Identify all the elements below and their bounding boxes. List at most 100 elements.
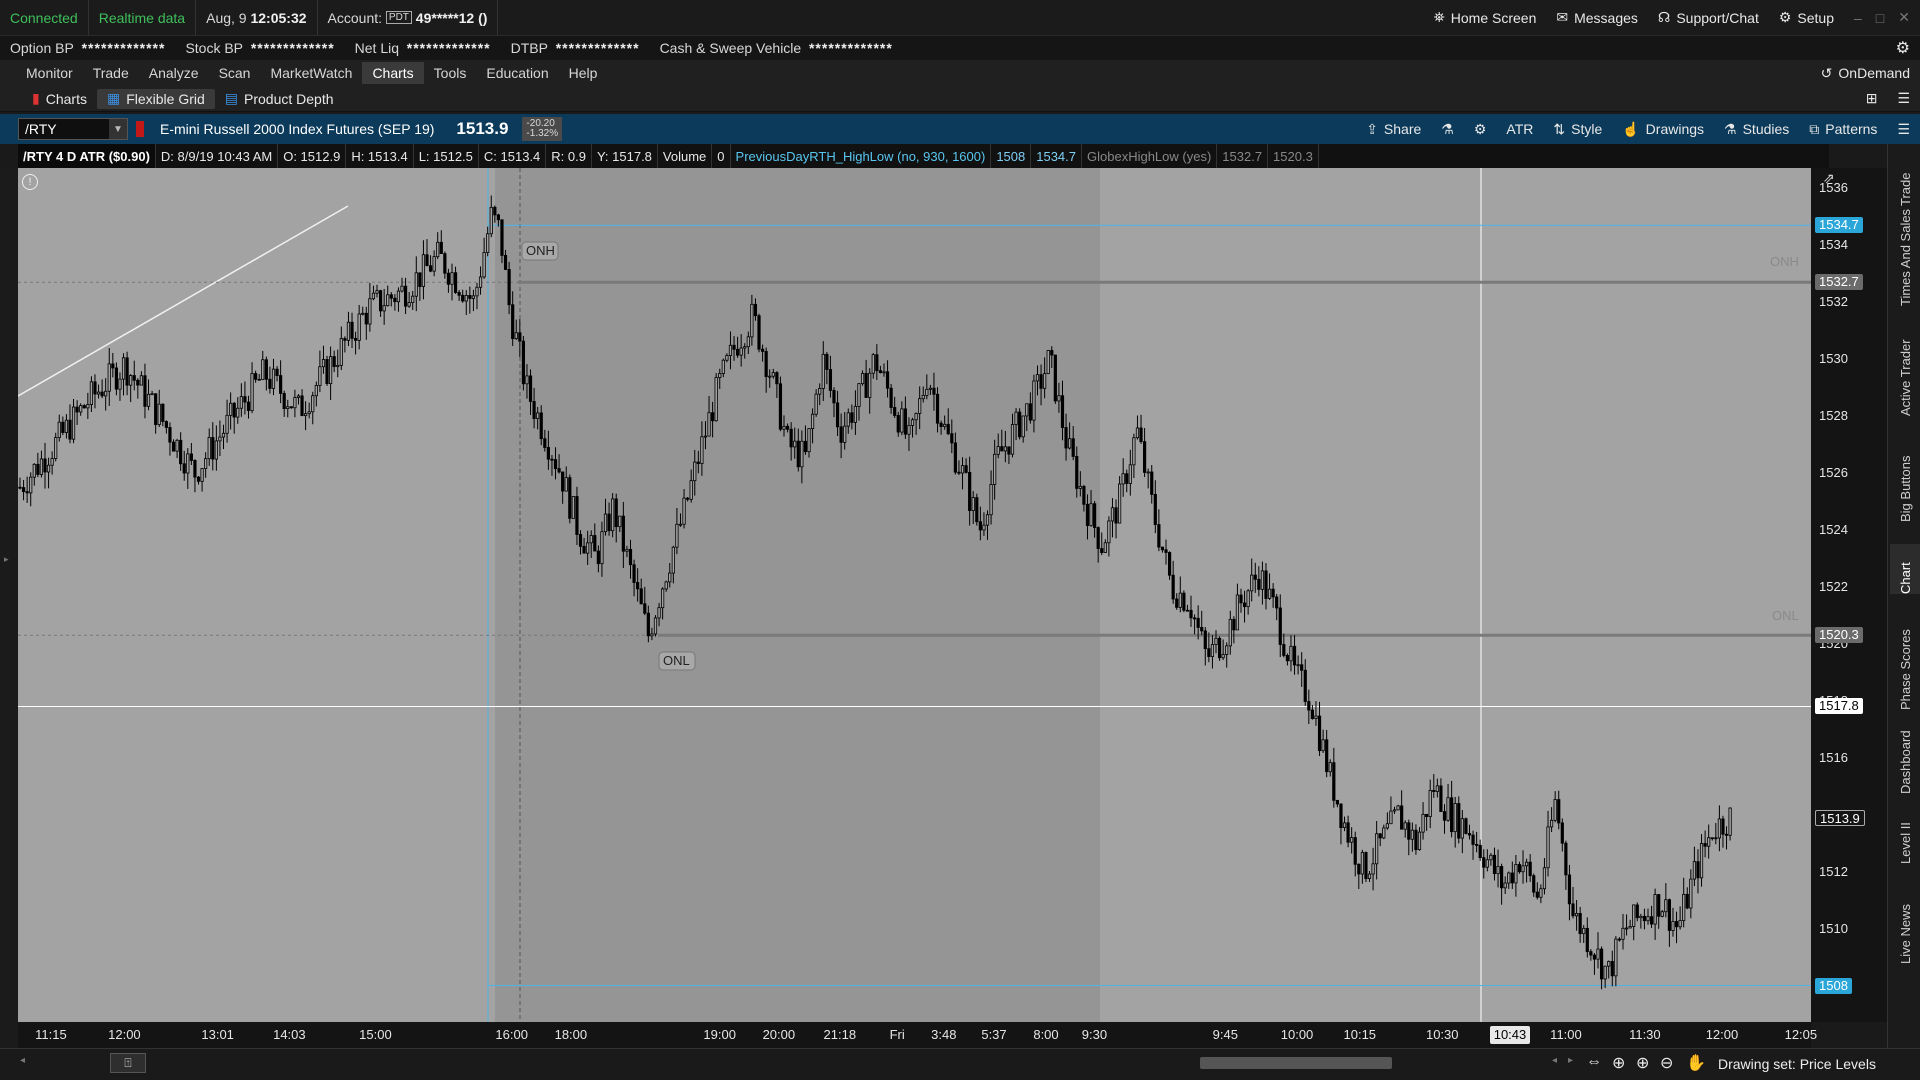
price-axis[interactable]: ⇗ 15101512151415161518152015221524152615…	[1811, 168, 1887, 1022]
candle-body	[54, 437, 58, 459]
grid-layout-button[interactable]: ⊞	[1856, 86, 1888, 111]
side-tab-dashboard[interactable]: Dashboard	[1890, 724, 1920, 794]
account-field: Net Liq *************	[345, 36, 501, 60]
time-axis[interactable]: 11:15 12:00 13:01 14:03 15:00 16:00 18:00 19:00…	[18, 1022, 1817, 1048]
candle-body	[1207, 648, 1211, 657]
menu-item-monitor[interactable]: Monitor	[16, 62, 83, 84]
side-tab-live-news[interactable]: Live News	[1890, 884, 1920, 964]
account-field-label: Net Liq	[354, 40, 399, 56]
left-collapse-strip[interactable]: ▸	[0, 168, 18, 1048]
menu-item-charts[interactable]: Charts	[362, 62, 424, 84]
menu-item-marketwatch[interactable]: MarketWatch	[260, 62, 362, 84]
candle-body	[1492, 854, 1497, 875]
menu-item-analyze[interactable]: Analyze	[139, 62, 209, 84]
candle-body	[1210, 644, 1215, 657]
candle-body	[450, 272, 454, 285]
chart-canvas[interactable]: ONH ONL ONH ONL	[18, 168, 1811, 1022]
account-bar-settings-button[interactable]: ⚙	[1886, 36, 1920, 60]
candle-body	[107, 363, 111, 392]
menu-item-scan[interactable]: Scan	[209, 62, 261, 84]
scroll-left-icon[interactable]: ◂	[20, 1055, 25, 1066]
time-label: 12:05:32	[250, 9, 307, 26]
candle-body	[71, 406, 76, 440]
data-feed-status[interactable]: Realtime data	[89, 0, 197, 35]
main-menu: Monitor Trade Analyze Scan MarketWatch Charts…	[0, 60, 1920, 86]
maximize-icon[interactable]: □	[1876, 10, 1884, 26]
subtab-product-depth[interactable]: ▤ Product Depth	[215, 86, 344, 111]
close-icon[interactable]: ✕	[1898, 9, 1910, 26]
candle-body	[814, 393, 818, 415]
candle-body	[161, 403, 165, 422]
beaker-button[interactable]: ⚗	[1431, 114, 1464, 144]
scroll-left-small-icon[interactable]: ◂	[1552, 1055, 1557, 1066]
scroll-right-small-icon[interactable]: ▸	[1568, 1055, 1573, 1066]
chevron-right-icon[interactable]: ▸	[4, 554, 9, 565]
zoom-in-icon[interactable]: ⊕	[1636, 1053, 1649, 1073]
link-color-icon[interactable]	[136, 121, 144, 137]
price-change: -20.20 -1.32%	[522, 117, 563, 141]
price-tick-label: 1536	[1819, 180, 1848, 196]
side-tab-level-ii[interactable]: Level II	[1890, 810, 1920, 864]
menu-item-tools[interactable]: Tools	[424, 62, 477, 84]
candle-body	[1592, 954, 1597, 960]
price-chart[interactable]: ONH ONL ONH ONL !	[18, 168, 1811, 1022]
time-tick-label: 14:03	[273, 1027, 306, 1042]
patterns-button[interactable]: ⧉ Patterns	[1799, 114, 1887, 144]
ondemand-button[interactable]: ↺ OnDemand	[1811, 60, 1920, 86]
atr-button[interactable]: ATR	[1496, 114, 1543, 144]
price-tick-label: 1510	[1819, 920, 1848, 936]
candle-body	[43, 458, 47, 473]
candle-body	[350, 321, 354, 339]
zoom-out-icon[interactable]: ⊖	[1660, 1053, 1673, 1073]
account-field-value: *************	[250, 40, 335, 56]
support-chat-button[interactable]: ☊ Support/Chat	[1648, 0, 1769, 35]
expand-panel-button[interactable]: ⍐	[110, 1053, 146, 1073]
info-icon[interactable]: !	[22, 174, 38, 190]
drawings-button[interactable]: ☝ Drawings	[1612, 114, 1714, 144]
menu-item-trade[interactable]: Trade	[83, 62, 139, 84]
menu-item-education[interactable]: Education	[476, 62, 558, 84]
side-tab-phase-scores[interactable]: Phase Scores	[1890, 614, 1920, 710]
side-tab-times-and-sales[interactable]: Times And Sales	[1890, 209, 1920, 306]
study-value[interactable]: GlobexHighLow (yes)	[1082, 144, 1218, 168]
chart-settings-button[interactable]: ⚙	[1464, 114, 1497, 144]
hand-tool-icon[interactable]: ✋	[1686, 1053, 1706, 1073]
pan-horizontal-icon[interactable]: ⇔	[1586, 1053, 1602, 1071]
minimize-icon[interactable]: –	[1854, 10, 1862, 26]
candle-body	[1478, 844, 1482, 859]
study-value[interactable]: PreviousDayRTH_HighLow (no, 930, 1600)	[731, 144, 992, 168]
account-selector[interactable]: Account: PDT 49*****12 ()	[318, 0, 499, 35]
crosshair-icon[interactable]: ⊕	[1612, 1053, 1625, 1073]
candle-body	[1517, 864, 1522, 873]
side-tab-active-trader[interactable]: Active Trader	[1890, 316, 1920, 416]
drawing-set-label[interactable]: Drawing set: Price Levels	[1718, 1056, 1876, 1072]
study-label[interactable]: /RTY 4 D ATR ($0.90)	[18, 144, 156, 168]
home-screen-button[interactable]: ⛯ Home Screen	[1424, 0, 1547, 35]
candle-body	[832, 390, 836, 404]
studies-button[interactable]: ⚗ Studies	[1714, 114, 1799, 144]
side-tab-trade[interactable]: Trade	[1890, 156, 1920, 206]
share-button[interactable]: ⇪ Share	[1356, 114, 1431, 144]
chevron-down-icon[interactable]: ▼	[109, 119, 127, 139]
list-menu-button[interactable]: ☰	[1887, 86, 1920, 111]
horizontal-scrollbar[interactable]	[1200, 1057, 1392, 1069]
symbol-input[interactable]: /RTY ▼	[18, 118, 128, 140]
side-tab-chart[interactable]: Chart	[1890, 544, 1920, 594]
style-button[interactable]: ⇅ Style	[1543, 114, 1612, 144]
candle-body	[257, 378, 261, 381]
subtab-charts[interactable]: ▮ Charts	[22, 86, 97, 111]
candle-body	[546, 447, 550, 460]
setup-button[interactable]: ⚙ Setup	[1769, 0, 1844, 35]
account-field: DTBP *************	[501, 36, 650, 60]
messages-button[interactable]: ✉ Messages	[1546, 0, 1648, 35]
candle-body	[939, 422, 943, 427]
side-tab-label: Level II	[1897, 822, 1913, 864]
grid-layout-icon: ⊞	[1865, 90, 1878, 106]
candle-body	[689, 480, 693, 500]
side-tab-big-buttons[interactable]: Big Buttons	[1890, 434, 1920, 523]
menu-item-help[interactable]: Help	[559, 62, 608, 84]
time-tick-label: 19:00	[703, 1027, 736, 1042]
chart-menu-button[interactable]: ☰	[1887, 114, 1920, 144]
subtab-flexible-grid[interactable]: ▦ Flexible Grid	[96, 88, 215, 109]
candle-body	[1396, 805, 1400, 811]
